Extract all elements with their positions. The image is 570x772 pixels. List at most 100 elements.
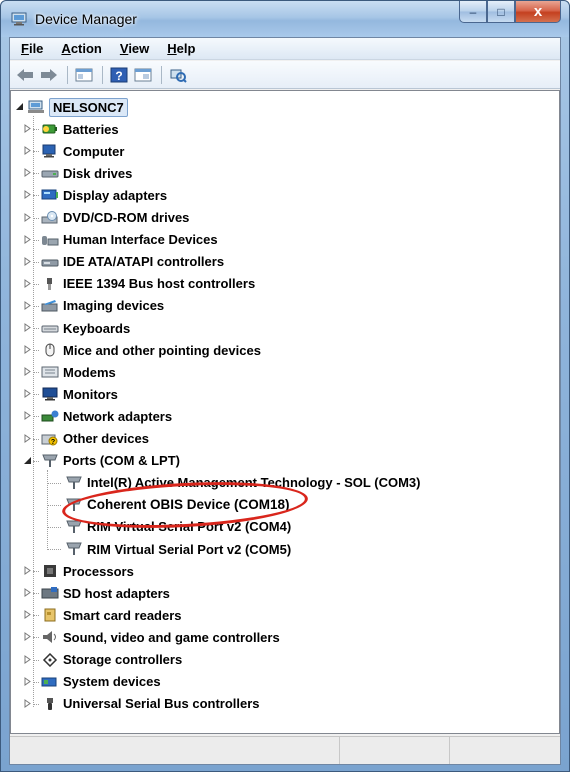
- sound-icon: [41, 629, 59, 645]
- tree-root-nelsonc7[interactable]: NELSONC7: [27, 96, 128, 118]
- serial-port-icon: [65, 475, 83, 491]
- other-icon: ?: [41, 431, 59, 447]
- tree-item-processors[interactable]: Processors: [41, 560, 134, 582]
- keyboard-icon: [41, 320, 59, 336]
- tree-item-ide-ata-atapi-controllers[interactable]: IDE ATA/ATAPI controllers: [41, 251, 224, 273]
- maximize-button[interactable]: □: [487, 1, 515, 23]
- tree-item-ieee-1394-bus-host-controllers[interactable]: IEEE 1394 Bus host controllers: [41, 273, 255, 295]
- close-button[interactable]: x: [515, 1, 561, 23]
- tree-item-label: Ports (COM & LPT): [63, 453, 180, 469]
- tree-item-storage-controllers[interactable]: Storage controllers: [41, 649, 182, 671]
- expand-arrow-icon[interactable]: [23, 256, 32, 266]
- port-label: RIM Virtual Serial Port v2 (COM4): [87, 519, 292, 535]
- device-tree-pane[interactable]: NELSONC7 Batteries Computer Disk drives Disp…: [10, 90, 560, 734]
- expand-arrow-icon[interactable]: [23, 411, 32, 421]
- expand-arrow-icon[interactable]: [23, 389, 32, 399]
- expand-arrow-icon[interactable]: [23, 212, 32, 222]
- expand-arrow-icon[interactable]: [23, 698, 32, 708]
- tree-item-dvd-cd-rom-drives[interactable]: DVD/CD-ROM drives: [41, 207, 189, 229]
- tree-connector-line: [47, 504, 61, 506]
- status-bar: [10, 736, 560, 764]
- tree-item-sd-host-adapters[interactable]: SD host adapters: [41, 582, 170, 604]
- expand-arrow-icon[interactable]: [23, 632, 32, 642]
- expand-arrow-icon[interactable]: [23, 654, 32, 664]
- smartcard-icon: [41, 607, 59, 623]
- tree-item-mice-and-other-pointing-devices[interactable]: Mice and other pointing devices: [41, 339, 261, 361]
- hid-icon: [41, 232, 59, 248]
- tree-item-smart-card-readers[interactable]: Smart card readers: [41, 604, 182, 626]
- caption-buttons: – □ x: [459, 1, 561, 23]
- port-label: Intel(R) Active Management Technology - …: [87, 475, 421, 491]
- expand-arrow-icon[interactable]: [23, 345, 32, 355]
- tree-item-display-adapters[interactable]: Display adapters: [41, 184, 167, 206]
- tree-item-batteries[interactable]: Batteries: [41, 118, 119, 140]
- tree-item-label: Storage controllers: [63, 652, 183, 667]
- expand-arrow-icon[interactable]: [23, 676, 32, 686]
- tree-item-label: Display adapters: [63, 187, 168, 203]
- tree-port-rim-virtual-serial-port-v2-com4[interactable]: RIM Virtual Serial Port v2 (COM4): [65, 516, 291, 538]
- modem-icon: [41, 364, 59, 380]
- tree-item-ports-com-lpt[interactable]: Ports (COM & LPT): [41, 450, 180, 472]
- menu-help-key: H: [167, 41, 177, 56]
- expand-arrow-icon[interactable]: [23, 300, 32, 310]
- menu-file-key: F: [21, 41, 29, 56]
- computer-icon: [41, 143, 59, 159]
- tree-item-human-interface-devices[interactable]: Human Interface Devices: [41, 229, 218, 251]
- tree-item-label: IDE ATA/ATAPI controllers: [63, 254, 225, 270]
- console-tree-icon[interactable]: [73, 65, 95, 85]
- expand-arrow-icon[interactable]: [23, 168, 32, 178]
- tree-item-label: DVD/CD-ROM drives: [63, 210, 190, 225]
- tree-port-coherent-obis-device-com18[interactable]: Coherent OBIS Device (COM18): [65, 494, 290, 516]
- menu-action-key: A: [61, 41, 71, 56]
- port-label: RIM Virtual Serial Port v2 (COM5): [87, 541, 292, 557]
- menu-help[interactable]: Help: [158, 41, 204, 56]
- properties-icon[interactable]: [132, 65, 154, 85]
- tree-item-universal-serial-bus-controllers[interactable]: Universal Serial Bus controllers: [41, 693, 260, 715]
- tree-port-rim-virtual-serial-port-v2-com5[interactable]: RIM Virtual Serial Port v2 (COM5): [65, 538, 291, 560]
- tree-port-intel-r-active-management-technology-sol-com3[interactable]: Intel(R) Active Management Technology - …: [65, 472, 420, 494]
- forward-icon[interactable]: [38, 65, 60, 85]
- menu-file-rest: ile: [28, 41, 44, 56]
- tree-item-disk-drives[interactable]: Disk drives: [41, 162, 132, 184]
- expand-arrow-icon[interactable]: [23, 566, 32, 576]
- tree-item-keyboards[interactable]: Keyboards: [41, 317, 130, 339]
- collapse-arrow-icon[interactable]: [23, 456, 32, 465]
- expand-arrow-icon[interactable]: [23, 278, 32, 288]
- help-icon[interactable]: ?: [108, 65, 130, 85]
- minimize-button[interactable]: –: [459, 1, 487, 23]
- tree-item-computer[interactable]: Computer: [41, 140, 124, 162]
- back-icon[interactable]: [14, 65, 36, 85]
- expand-arrow-icon[interactable]: [23, 190, 32, 200]
- menu-view[interactable]: View: [111, 41, 158, 56]
- menu-action[interactable]: Action: [52, 41, 110, 56]
- tree-item-sound-video-and-game-controllers[interactable]: Sound, video and game controllers: [41, 626, 280, 648]
- expand-arrow-icon[interactable]: [23, 367, 32, 377]
- tree-connector-line: [47, 482, 61, 484]
- tree-connector-line: [47, 549, 61, 550]
- expand-arrow-icon[interactable]: [23, 433, 32, 443]
- tree-item-label: Batteries: [63, 121, 119, 137]
- tree-item-imaging-devices[interactable]: Imaging devices: [41, 295, 164, 317]
- status-cell: [450, 737, 558, 764]
- tree-item-monitors[interactable]: Monitors: [41, 383, 118, 405]
- expand-arrow-icon[interactable]: [23, 234, 32, 244]
- processor-icon: [41, 563, 59, 579]
- tree-item-label: Modems: [63, 364, 116, 380]
- toolbar-separator: [67, 65, 68, 84]
- collapse-arrow-icon[interactable]: [15, 102, 24, 111]
- port-icon: [41, 453, 59, 469]
- title-bar[interactable]: Device Manager – □ x: [1, 1, 569, 37]
- tree-item-other-devices[interactable]: ? Other devices: [41, 428, 149, 450]
- scan-hardware-icon[interactable]: [167, 65, 189, 85]
- expand-arrow-icon[interactable]: [23, 146, 32, 156]
- menu-file[interactable]: File: [12, 41, 52, 56]
- tree-item-label: Network adapters: [63, 408, 173, 424]
- expand-arrow-icon[interactable]: [23, 610, 32, 620]
- tree-item-network-adapters[interactable]: Network adapters: [41, 405, 172, 427]
- expand-arrow-icon[interactable]: [23, 124, 32, 134]
- expand-arrow-icon[interactable]: [23, 588, 32, 598]
- expand-arrow-icon[interactable]: [23, 323, 32, 332]
- tree-item-label: SD host adapters: [63, 585, 170, 601]
- tree-item-modems[interactable]: Modems: [41, 361, 116, 383]
- tree-item-system-devices[interactable]: System devices: [41, 671, 161, 693]
